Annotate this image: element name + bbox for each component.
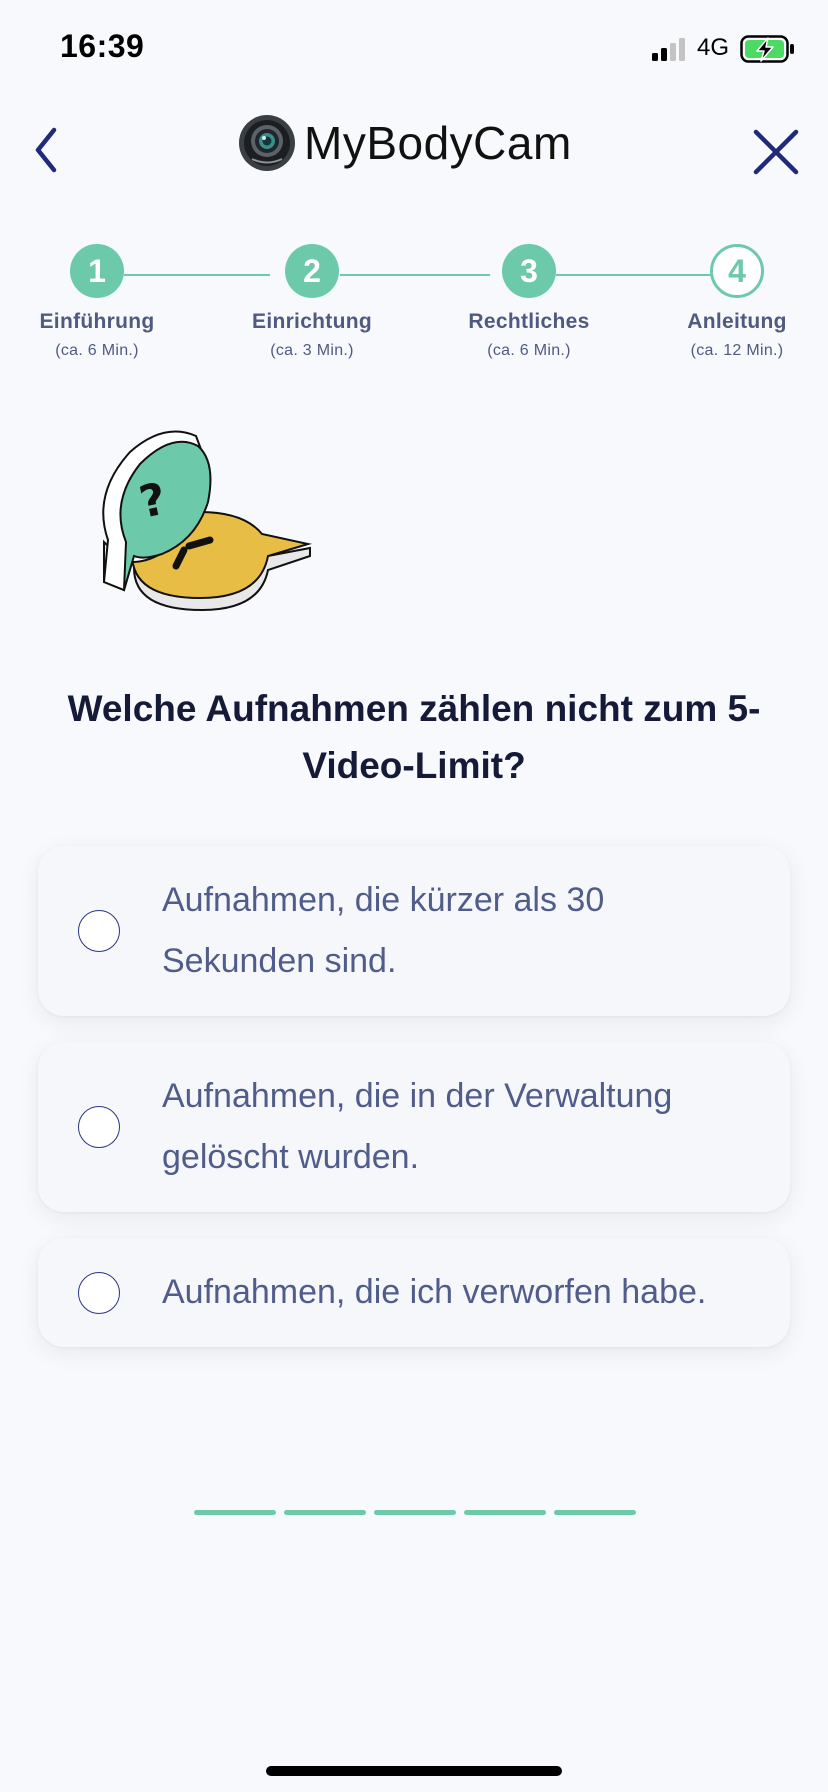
status-time: 16:39 (60, 28, 145, 64)
step-number: 1 (70, 244, 124, 298)
step-label: Rechtliches (468, 310, 590, 333)
app-header: MyBodyCam (0, 100, 828, 200)
answer-option[interactable]: Aufnahmen, die in der Verwaltung gelösch… (38, 1042, 790, 1212)
question-exclamation-bubbles-illustration: ? (102, 430, 312, 612)
progress-segment (284, 1510, 366, 1515)
answer-option-text: Aufnahmen, die ich verworfen habe. (162, 1273, 707, 1311)
step-label: Anleitung (687, 310, 787, 333)
step-anleitung: 4 Anleitung (ca. 12 Min.) (647, 244, 827, 360)
step-label: Einführung (39, 310, 155, 333)
answer-option[interactable]: Aufnahmen, die kürzer als 30 Sekunden si… (38, 846, 790, 1016)
radio-button[interactable] (78, 1106, 120, 1148)
app-logo: MyBodyCam (238, 114, 572, 174)
battery-charging-icon (740, 35, 794, 63)
progress-segment (464, 1510, 546, 1515)
progress-segment (374, 1510, 456, 1515)
step-number: 2 (285, 244, 339, 298)
signal-bars-icon (652, 38, 685, 61)
step-duration: (ca. 6 Min.) (487, 342, 571, 359)
step-number: 3 (502, 244, 556, 298)
network-type: 4G (697, 34, 730, 61)
camera-lens-logo (239, 115, 295, 171)
progress-segment (194, 1510, 276, 1515)
app-name: MyBodyCam (304, 117, 572, 169)
step-number: 4 (710, 244, 764, 298)
radio-button[interactable] (78, 1271, 120, 1314)
home-indicator[interactable] (266, 1766, 562, 1776)
step-rechtliches: 3 Rechtliches (ca. 6 Min.) (439, 244, 619, 360)
step-duration: (ca. 12 Min.) (690, 342, 784, 359)
step-einrichtung: 2 Einrichtung (ca. 3 Min.) (222, 244, 402, 360)
radio-button[interactable] (78, 910, 120, 952)
step-duration: (ca. 3 Min.) (270, 342, 354, 359)
answer-option[interactable]: Aufnahmen, die ich verworfen habe. (38, 1238, 790, 1347)
close-icon[interactable] (748, 124, 804, 180)
answer-options: Aufnahmen, die kürzer als 30 Sekunden si… (38, 846, 790, 1373)
answer-option-text: Aufnahmen, die in der Verwaltung gelösch… (162, 1077, 673, 1176)
progress-segment (554, 1510, 636, 1515)
step-duration: (ca. 6 Min.) (55, 342, 139, 359)
step-einfuehrung: 1 Einführung (ca. 6 Min.) (7, 244, 187, 360)
quiz-progress-indicator (194, 1510, 636, 1516)
step-label: Einrichtung (252, 310, 372, 333)
answer-option-text: Aufnahmen, die kürzer als 30 Sekunden si… (162, 881, 605, 980)
quiz-question: Welche Aufnahmen zählen nicht zum 5-Vide… (67, 688, 761, 786)
chevron-left-icon[interactable] (24, 122, 68, 178)
progress-stepper: 1 Einführung (ca. 6 Min.) 2 Einrichtung … (0, 244, 828, 374)
status-bar: 16:39 4G (0, 0, 828, 100)
